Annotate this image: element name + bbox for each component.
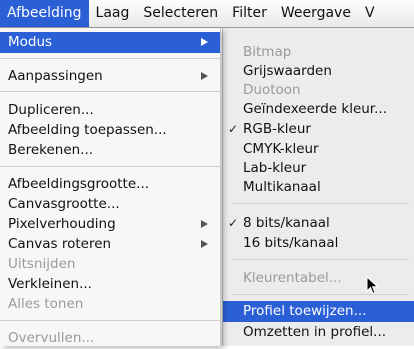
menu-laag[interactable]: Laag <box>89 0 137 27</box>
menu-item-label: Modus <box>8 34 53 50</box>
menu-separator <box>233 294 409 295</box>
submenu-item-duotoon: Duotoon <box>243 82 301 98</box>
menu-afbeelding[interactable]: Afbeelding <box>0 0 89 27</box>
submenu-item-omzetten-in-profiel[interactable]: Omzetten in profiel... <box>223 322 414 343</box>
submenu-item-multikanaal[interactable]: Multikanaal <box>223 177 414 198</box>
submenu-item-16-bits[interactable]: 16 bits/kanaal <box>223 233 414 254</box>
checkmark-icon: ✓ <box>228 122 239 136</box>
submenu-item-cmyk-kleur[interactable]: CMYK-kleur <box>223 139 414 160</box>
menu-separator <box>233 203 409 204</box>
menu-item-modus[interactable]: Modus <box>0 32 220 53</box>
menu-item-pixelverhouding[interactable]: Pixelverhouding <box>0 214 220 235</box>
menu-item-label: Pixelverhouding <box>8 216 116 232</box>
menu-item-alles-tonen: Alles tonen <box>8 296 84 312</box>
submenu-item-label: RGB-kleur <box>243 121 311 137</box>
submenu-item-bitmap: Bitmap <box>243 44 292 60</box>
menu-filter[interactable]: Filter <box>225 0 274 27</box>
submenu-item-rgb-kleur[interactable]: ✓ RGB-kleur <box>223 119 414 140</box>
submenu-item-geindexeerde-kleur[interactable]: Geïndexeerde kleur... <box>223 99 414 120</box>
menu-item-canvas-roteren[interactable]: Canvas roteren <box>0 234 220 255</box>
submenu-item-profiel-toewijzen[interactable]: Profiel toewijzen... <box>223 301 414 322</box>
menu-weergave[interactable]: Weergave <box>274 0 358 27</box>
mouse-pointer-icon <box>366 276 379 295</box>
menu-bar: Afbeelding Laag Selecteren Filter Weerga… <box>0 0 414 28</box>
menu-separator <box>0 91 220 92</box>
afbeelding-menu: Modus Aanpassingen Dupliceren... Afbeeld… <box>0 28 220 346</box>
menu-separator <box>233 259 409 260</box>
menu-item-label: Aanpassingen <box>8 68 103 84</box>
menu-item-uitsnijden: Uitsnijden <box>8 256 76 272</box>
menu-item-afbeelding-toepassen[interactable]: Afbeelding toepassen... <box>0 120 220 141</box>
modus-submenu: Bitmap Grijswaarden Duotoon Geïndexeerde… <box>222 28 414 346</box>
submenu-arrow-icon <box>201 240 208 248</box>
submenu-item-grijswaarden[interactable]: Grijswaarden <box>223 61 414 82</box>
submenu-item-label: 8 bits/kanaal <box>243 215 330 231</box>
menu-item-berekenen[interactable]: Berekenen... <box>0 140 220 161</box>
submenu-arrow-icon <box>201 72 208 80</box>
menu-item-afbeeldingsgrootte[interactable]: Afbeeldingsgrootte... <box>0 174 220 195</box>
menu-selecteren[interactable]: Selecteren <box>136 0 225 27</box>
checkmark-icon: ✓ <box>228 216 239 230</box>
menu-separator <box>0 320 220 321</box>
menu-item-verkleinen[interactable]: Verkleinen... <box>0 274 220 295</box>
menu-venster-truncated[interactable]: V <box>358 0 382 27</box>
menu-separator <box>0 166 220 167</box>
submenu-item-8-bits[interactable]: ✓ 8 bits/kanaal <box>223 213 414 234</box>
menu-separator <box>0 58 220 59</box>
menu-item-label: Canvas roteren <box>8 236 112 252</box>
menu-item-aanpassingen[interactable]: Aanpassingen <box>0 66 220 87</box>
submenu-item-kleurentabel: Kleurentabel... <box>243 270 342 286</box>
submenu-item-lab-kleur[interactable]: Lab-kleur <box>223 158 414 179</box>
submenu-arrow-icon <box>201 38 208 46</box>
menu-item-canvasgrootte[interactable]: Canvasgrootte... <box>0 194 220 215</box>
submenu-arrow-icon <box>201 220 208 228</box>
menu-item-dupliceren[interactable]: Dupliceren... <box>0 100 220 121</box>
